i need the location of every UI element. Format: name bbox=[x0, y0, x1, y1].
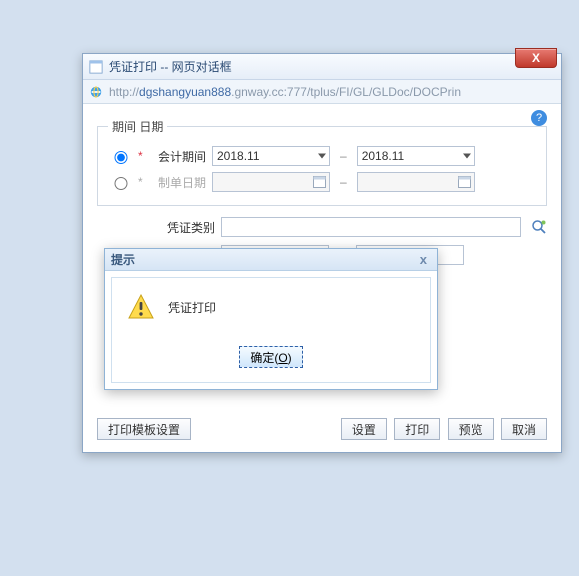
close-button[interactable]: X bbox=[515, 48, 557, 68]
modal-close-button[interactable]: x bbox=[416, 252, 431, 267]
row-doc-date: * 制单日期 – bbox=[108, 169, 536, 195]
date-from[interactable] bbox=[212, 172, 330, 192]
url-rest: .gnway.cc:777/tplus/FI/GL/GLDoc/DOCPrin bbox=[231, 85, 461, 99]
titlebar: 凭证打印 -- 网页对话框 X bbox=[83, 54, 561, 80]
page-icon bbox=[89, 60, 103, 74]
combo-period-from[interactable]: 2018.11 bbox=[212, 146, 330, 166]
ok-key: O bbox=[278, 351, 287, 365]
warning-icon bbox=[128, 294, 154, 320]
url-text: http://dgshangyuan888.gnway.cc:777/tplus… bbox=[109, 85, 461, 99]
modal-titlebar: 提示 x bbox=[105, 249, 437, 271]
combo-value: 2018.11 bbox=[217, 149, 260, 163]
modal-footer: 确定(O) bbox=[124, 340, 418, 368]
button-settings[interactable]: 设置 bbox=[341, 418, 387, 440]
radio-accounting-period[interactable] bbox=[113, 151, 129, 164]
button-print[interactable]: 打印 bbox=[394, 418, 440, 440]
search-icon[interactable] bbox=[531, 219, 547, 235]
range-sep: – bbox=[336, 175, 351, 189]
footer-bar: 打印模板设置 设置 打印 预览 取消 bbox=[97, 418, 547, 440]
help-icon[interactable]: ? bbox=[531, 110, 547, 126]
calendar-icon bbox=[313, 175, 326, 188]
ok-button[interactable]: 确定(O) bbox=[239, 346, 302, 368]
chevron-down-icon bbox=[463, 154, 471, 159]
url-bar: http://dgshangyuan888.gnway.cc:777/tplus… bbox=[83, 80, 561, 104]
input-voucher-type[interactable] bbox=[221, 217, 521, 237]
chevron-down-icon bbox=[318, 154, 326, 159]
button-cancel[interactable]: 取消 bbox=[501, 418, 547, 440]
window-title: 凭证打印 -- 网页对话框 bbox=[109, 58, 232, 75]
combo-period-to[interactable]: 2018.11 bbox=[357, 146, 475, 166]
modal-body: 凭证打印 确定(O) bbox=[111, 277, 431, 383]
button-preview[interactable]: 预览 bbox=[448, 418, 494, 440]
help-glyph: ? bbox=[536, 112, 542, 124]
range-sep: – bbox=[336, 149, 351, 163]
url-prefix: http:// bbox=[109, 85, 139, 99]
period-fieldset: 期间 日期 * 会计期间 2018.11 – 2018.11 * 制单日期 – bbox=[97, 118, 547, 206]
label-doc-date: 制单日期 bbox=[152, 174, 206, 191]
row-accounting-period: * 会计期间 2018.11 – 2018.11 bbox=[108, 143, 536, 169]
modal-message: 凭证打印 bbox=[168, 299, 216, 316]
combo-value: 2018.11 bbox=[362, 149, 405, 163]
close-icon: X bbox=[532, 51, 540, 65]
alert-modal: 提示 x 凭证打印 确定(O) bbox=[104, 248, 438, 390]
ok-prefix: 确定( bbox=[250, 351, 278, 365]
footer-left: 打印模板设置 bbox=[97, 418, 191, 440]
label-voucher-type: 凭证类别 bbox=[161, 219, 215, 236]
footer-right: 设置 打印 预览 取消 bbox=[341, 418, 547, 440]
url-host: dgshangyuan888 bbox=[139, 85, 231, 99]
label-accounting-period: 会计期间 bbox=[152, 148, 206, 165]
asterisk: * bbox=[138, 149, 146, 163]
calendar-icon bbox=[458, 175, 471, 188]
date-to[interactable] bbox=[357, 172, 475, 192]
period-legend: 期间 日期 bbox=[108, 118, 167, 135]
asterisk: * bbox=[138, 175, 146, 189]
ie-icon bbox=[89, 85, 103, 99]
modal-title: 提示 bbox=[111, 251, 135, 268]
doc-date-group: * 制单日期 bbox=[138, 174, 206, 191]
row-voucher-type: 凭证类别 bbox=[97, 214, 547, 240]
ok-suffix: ) bbox=[288, 351, 292, 365]
modal-message-row: 凭证打印 bbox=[124, 292, 418, 340]
radio-doc-date[interactable] bbox=[113, 177, 129, 190]
button-template-settings[interactable]: 打印模板设置 bbox=[97, 418, 191, 440]
